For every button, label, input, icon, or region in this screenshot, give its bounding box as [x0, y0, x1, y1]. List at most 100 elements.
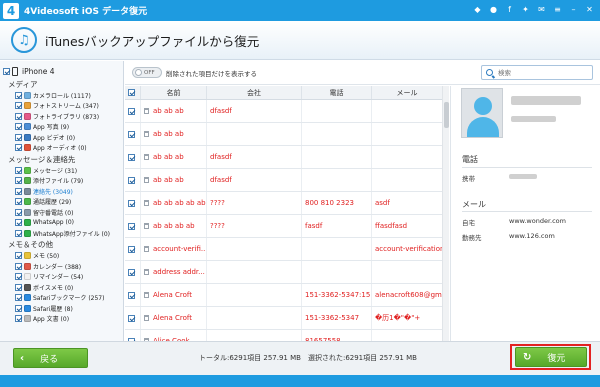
item-checkbox[interactable]: [15, 166, 22, 174]
item-checkbox[interactable]: [15, 144, 22, 152]
row-checkbox-cell[interactable]: [125, 330, 141, 341]
sidebar-item[interactable]: App オーディオ (0): [0, 143, 123, 154]
table-row[interactable]: Alice Cook 81657558: [125, 330, 442, 341]
item-checkbox[interactable]: [15, 112, 22, 120]
item-checkbox[interactable]: [15, 102, 22, 110]
sidebar-item[interactable]: App ビデオ (0): [0, 132, 123, 143]
sidebar-item[interactable]: フォトライブラリ (873): [0, 111, 123, 122]
sidebar-item[interactable]: 添付ファイル (79): [0, 176, 123, 187]
row-checkbox[interactable]: [128, 107, 135, 115]
sidebar-item[interactable]: Safari履歴 (8): [0, 303, 123, 314]
row-checkbox[interactable]: [128, 130, 135, 138]
item-checkbox[interactable]: [15, 219, 22, 227]
diamond-icon[interactable]: ◆: [471, 3, 484, 16]
sidebar-item[interactable]: リマインダー (54): [0, 272, 123, 283]
col-header-company[interactable]: 会社: [207, 86, 302, 99]
row-checkbox-cell[interactable]: [125, 215, 141, 237]
item-checkbox[interactable]: [15, 294, 22, 302]
restore-button[interactable]: ↻ 復元: [515, 347, 587, 367]
sidebar-item[interactable]: 留守番電話 (0): [0, 207, 123, 218]
row-checkbox-cell[interactable]: [125, 238, 141, 260]
close-icon[interactable]: ✕: [583, 3, 596, 16]
item-checkbox[interactable]: [15, 262, 22, 270]
tree-device[interactable]: iPhone 4: [0, 64, 123, 78]
item-checkbox[interactable]: [15, 229, 22, 237]
row-checkbox-cell[interactable]: [125, 307, 141, 329]
select-all-cell[interactable]: [125, 86, 141, 99]
back-button[interactable]: ‹ 戻る: [13, 348, 88, 368]
trash-icon: [144, 154, 149, 160]
item-checkbox[interactable]: [15, 252, 22, 260]
sidebar-item[interactable]: App 写真 (9): [0, 122, 123, 133]
sidebar-item[interactable]: メモ (50): [0, 251, 123, 262]
sidebar-item[interactable]: ボイスメモ (0): [0, 282, 123, 293]
item-checkbox[interactable]: [15, 208, 22, 216]
sidebar-item[interactable]: WhatsApp添付ファイル (0): [0, 228, 123, 239]
col-header-email[interactable]: メール: [372, 86, 442, 99]
sidebar-item[interactable]: WhatsApp (0): [0, 218, 123, 229]
feedback-icon[interactable]: ✉: [535, 3, 548, 16]
row-checkbox[interactable]: [128, 153, 135, 161]
minimize-icon[interactable]: –: [567, 3, 580, 16]
row-checkbox-cell[interactable]: [125, 261, 141, 283]
item-checkbox[interactable]: [15, 187, 22, 195]
col-header-phone[interactable]: 電話: [302, 86, 372, 99]
item-checkbox[interactable]: [15, 273, 22, 281]
sidebar-item[interactable]: Safariブックマーク (257): [0, 293, 123, 304]
item-checkbox[interactable]: [15, 283, 22, 291]
row-checkbox-cell[interactable]: [125, 100, 141, 122]
cell-company: dfasdf: [207, 100, 302, 122]
row-checkbox-cell[interactable]: [125, 192, 141, 214]
sidebar-item[interactable]: メッセージ (31): [0, 165, 123, 176]
table-row[interactable]: Alena Croft 151-3362-5347:15... alenacroft…: [125, 284, 442, 307]
row-checkbox[interactable]: [128, 222, 135, 230]
sidebar-item[interactable]: App 文書 (0): [0, 314, 123, 325]
device-checkbox[interactable]: [3, 67, 10, 75]
row-checkbox[interactable]: [128, 199, 135, 207]
item-checkbox[interactable]: [15, 304, 22, 312]
category-icon: [24, 112, 31, 120]
row-checkbox-cell[interactable]: [125, 146, 141, 168]
row-checkbox[interactable]: [128, 176, 135, 184]
sidebar-item-label: リマインダー (54): [33, 274, 84, 282]
item-checkbox[interactable]: [15, 133, 22, 141]
table-row[interactable]: ab ab ab dfasdf: [125, 100, 442, 123]
row-checkbox[interactable]: [128, 291, 135, 299]
search-input[interactable]: [498, 68, 588, 77]
item-checkbox[interactable]: [15, 315, 22, 323]
row-checkbox-cell[interactable]: [125, 169, 141, 191]
menu-icon[interactable]: ≡: [551, 3, 564, 16]
scrollbar-thumb[interactable]: [444, 102, 449, 128]
table-row[interactable]: ab ab ab: [125, 123, 442, 146]
row-checkbox-cell[interactable]: [125, 284, 141, 306]
row-checkbox[interactable]: [128, 268, 135, 276]
sidebar-item[interactable]: 連絡先 (3049): [0, 186, 123, 197]
table-row[interactable]: ab ab ab dfasdf: [125, 169, 442, 192]
table-row[interactable]: address addr...: [125, 261, 442, 284]
table-row[interactable]: ab ab ab ab ab???? 800 810 2323 asdf: [125, 192, 442, 215]
select-all-checkbox[interactable]: [128, 89, 135, 96]
item-checkbox[interactable]: [15, 177, 22, 185]
twitter-icon[interactable]: ✦: [519, 3, 532, 16]
row-checkbox[interactable]: [128, 245, 135, 253]
user-icon[interactable]: ●: [487, 3, 500, 16]
sidebar-item[interactable]: カメラロール (1117): [0, 90, 123, 101]
col-header-name[interactable]: 名前: [141, 86, 207, 99]
table-row[interactable]: ab ab ab ab???? fasdf ffasdfasd: [125, 215, 442, 238]
sidebar-item[interactable]: カレンダー (388): [0, 261, 123, 272]
table-row[interactable]: ab ab ab dfasdf: [125, 146, 442, 169]
deleted-only-toggle[interactable]: OFF: [132, 67, 162, 78]
table-row[interactable]: Alena Croft 151-3362-5347 �历1�"�"+: [125, 307, 442, 330]
blurred-subtitle: [511, 116, 556, 122]
item-checkbox[interactable]: [15, 91, 22, 99]
item-checkbox[interactable]: [15, 123, 22, 131]
row-checkbox-cell[interactable]: [125, 123, 141, 145]
facebook-icon[interactable]: f: [503, 3, 516, 16]
item-checkbox[interactable]: [15, 198, 22, 206]
table-row[interactable]: account-verifi... account-verification...: [125, 238, 442, 261]
sidebar-item[interactable]: 通話履歴 (29): [0, 197, 123, 208]
sidebar-item[interactable]: フォトストリーム (347): [0, 101, 123, 112]
row-checkbox[interactable]: [128, 314, 135, 322]
table-scrollbar[interactable]: [442, 86, 449, 341]
search-box[interactable]: [481, 65, 593, 80]
